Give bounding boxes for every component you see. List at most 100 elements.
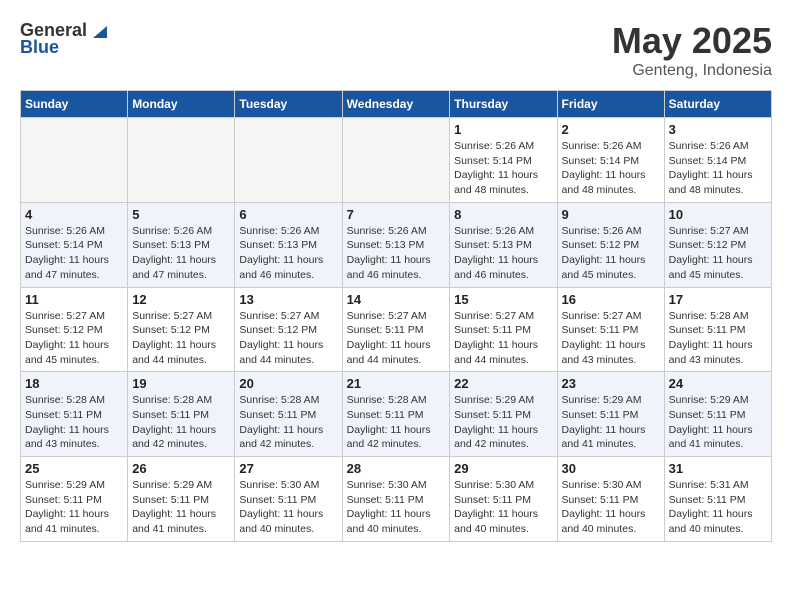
calendar-week-row: 11 Sunrise: 5:27 AM Sunset: 5:12 PM Dayli… xyxy=(21,287,772,372)
logo-blue-text: Blue xyxy=(20,37,59,58)
day-number: 22 xyxy=(454,376,552,391)
day-detail: Sunrise: 5:26 AM Sunset: 5:14 PM Dayligh… xyxy=(25,224,123,283)
day-number: 18 xyxy=(25,376,123,391)
table-row xyxy=(128,118,235,203)
header-monday: Monday xyxy=(128,91,235,118)
day-detail: Sunrise: 5:27 AM Sunset: 5:12 PM Dayligh… xyxy=(132,309,230,368)
day-detail: Sunrise: 5:27 AM Sunset: 5:12 PM Dayligh… xyxy=(669,224,767,283)
calendar-title: May 2025 xyxy=(612,20,772,62)
page-header: General Blue May 2025 Genteng, Indonesia xyxy=(20,20,772,80)
table-row: 29 Sunrise: 5:30 AM Sunset: 5:11 PM Dayli… xyxy=(450,457,557,542)
day-number: 29 xyxy=(454,461,552,476)
table-row: 13Sunrise: 5:27 AM Sunset: 5:12 PM Dayli… xyxy=(235,287,342,372)
day-number: 27 xyxy=(239,461,337,476)
calendar-header-row: Sunday Monday Tuesday Wednesday Thursday… xyxy=(21,91,772,118)
table-row: 27 Sunrise: 5:30 AM Sunset: 5:11 PM Dayli… xyxy=(235,457,342,542)
table-row: 14 Sunrise: 5:27 AM Sunset: 5:11 PM Dayli… xyxy=(342,287,450,372)
logo: General Blue xyxy=(20,20,107,58)
table-row: 11 Sunrise: 5:27 AM Sunset: 5:12 PM Dayli… xyxy=(21,287,128,372)
day-number: 26 xyxy=(132,461,230,476)
day-number: 23 xyxy=(562,376,660,391)
table-row: 2Sunrise: 5:26 AM Sunset: 5:14 PM Daylig… xyxy=(557,118,664,203)
day-number: 14 xyxy=(347,292,446,307)
table-row: 10 Sunrise: 5:27 AM Sunset: 5:12 PM Dayli… xyxy=(664,202,771,287)
day-number: 12 xyxy=(132,292,230,307)
table-row xyxy=(21,118,128,203)
day-detail: Sunrise: 5:26 AM Sunset: 5:14 PM Dayligh… xyxy=(454,139,552,198)
day-detail: Sunrise: 5:26 AM Sunset: 5:13 PM Dayligh… xyxy=(454,224,552,283)
day-number: 28 xyxy=(347,461,446,476)
day-number: 10 xyxy=(669,207,767,222)
day-detail: Sunrise: 5:28 AM Sunset: 5:11 PM Dayligh… xyxy=(132,393,230,452)
table-row xyxy=(342,118,450,203)
table-row: 25 Sunrise: 5:29 AM Sunset: 5:11 PM Dayli… xyxy=(21,457,128,542)
table-row: 3Sunrise: 5:26 AM Sunset: 5:14 PM Daylig… xyxy=(664,118,771,203)
day-detail: Sunrise: 5:27 AM Sunset: 5:11 PM Dayligh… xyxy=(347,309,446,368)
calendar-week-row: 1 Sunrise: 5:26 AM Sunset: 5:14 PM Daylig… xyxy=(21,118,772,203)
table-row: 19Sunrise: 5:28 AM Sunset: 5:11 PM Dayli… xyxy=(128,372,235,457)
day-detail: Sunrise: 5:26 AM Sunset: 5:12 PM Dayligh… xyxy=(562,224,660,283)
day-number: 11 xyxy=(25,292,123,307)
day-detail: Sunrise: 5:26 AM Sunset: 5:14 PM Dayligh… xyxy=(669,139,767,198)
table-row: 26 Sunrise: 5:29 AM Sunset: 5:11 PM Dayli… xyxy=(128,457,235,542)
calendar-week-row: 4Sunrise: 5:26 AM Sunset: 5:14 PM Daylig… xyxy=(21,202,772,287)
day-detail: Sunrise: 5:30 AM Sunset: 5:11 PM Dayligh… xyxy=(454,478,552,537)
table-row: 12 Sunrise: 5:27 AM Sunset: 5:12 PM Dayli… xyxy=(128,287,235,372)
table-row: 5Sunrise: 5:26 AM Sunset: 5:13 PM Daylig… xyxy=(128,202,235,287)
day-number: 1 xyxy=(454,122,552,137)
table-row: 24 Sunrise: 5:29 AM Sunset: 5:11 PM Dayli… xyxy=(664,372,771,457)
day-number: 20 xyxy=(239,376,337,391)
day-detail: Sunrise: 5:28 AM Sunset: 5:11 PM Dayligh… xyxy=(25,393,123,452)
day-detail: Sunrise: 5:29 AM Sunset: 5:11 PM Dayligh… xyxy=(132,478,230,537)
day-number: 30 xyxy=(562,461,660,476)
day-number: 31 xyxy=(669,461,767,476)
header-tuesday: Tuesday xyxy=(235,91,342,118)
day-detail: Sunrise: 5:31 AM Sunset: 5:11 PM Dayligh… xyxy=(669,478,767,537)
table-row: 23 Sunrise: 5:29 AM Sunset: 5:11 PM Dayli… xyxy=(557,372,664,457)
title-block: May 2025 Genteng, Indonesia xyxy=(612,20,772,80)
calendar-week-row: 18 Sunrise: 5:28 AM Sunset: 5:11 PM Dayli… xyxy=(21,372,772,457)
table-row: 15Sunrise: 5:27 AM Sunset: 5:11 PM Dayli… xyxy=(450,287,557,372)
header-wednesday: Wednesday xyxy=(342,91,450,118)
calendar-week-row: 25 Sunrise: 5:29 AM Sunset: 5:11 PM Dayli… xyxy=(21,457,772,542)
header-saturday: Saturday xyxy=(664,91,771,118)
table-row: 22 Sunrise: 5:29 AM Sunset: 5:11 PM Dayli… xyxy=(450,372,557,457)
table-row: 17Sunrise: 5:28 AM Sunset: 5:11 PM Dayli… xyxy=(664,287,771,372)
day-detail: Sunrise: 5:30 AM Sunset: 5:11 PM Dayligh… xyxy=(347,478,446,537)
day-number: 16 xyxy=(562,292,660,307)
table-row: 4Sunrise: 5:26 AM Sunset: 5:14 PM Daylig… xyxy=(21,202,128,287)
day-number: 6 xyxy=(239,207,337,222)
table-row: 1 Sunrise: 5:26 AM Sunset: 5:14 PM Daylig… xyxy=(450,118,557,203)
day-number: 5 xyxy=(132,207,230,222)
day-number: 7 xyxy=(347,207,446,222)
table-row: 20 Sunrise: 5:28 AM Sunset: 5:11 PM Dayli… xyxy=(235,372,342,457)
day-number: 8 xyxy=(454,207,552,222)
table-row: 30 Sunrise: 5:30 AM Sunset: 5:11 PM Dayli… xyxy=(557,457,664,542)
day-number: 13 xyxy=(239,292,337,307)
table-row xyxy=(235,118,342,203)
day-detail: Sunrise: 5:27 AM Sunset: 5:11 PM Dayligh… xyxy=(454,309,552,368)
day-detail: Sunrise: 5:27 AM Sunset: 5:12 PM Dayligh… xyxy=(25,309,123,368)
table-row: 7 Sunrise: 5:26 AM Sunset: 5:13 PM Daylig… xyxy=(342,202,450,287)
day-detail: Sunrise: 5:28 AM Sunset: 5:11 PM Dayligh… xyxy=(347,393,446,452)
table-row: 18 Sunrise: 5:28 AM Sunset: 5:11 PM Dayli… xyxy=(21,372,128,457)
logo-triangle-icon xyxy=(89,22,107,40)
day-number: 25 xyxy=(25,461,123,476)
day-detail: Sunrise: 5:30 AM Sunset: 5:11 PM Dayligh… xyxy=(562,478,660,537)
day-detail: Sunrise: 5:29 AM Sunset: 5:11 PM Dayligh… xyxy=(454,393,552,452)
day-number: 24 xyxy=(669,376,767,391)
calendar-location: Genteng, Indonesia xyxy=(612,62,772,80)
day-detail: Sunrise: 5:29 AM Sunset: 5:11 PM Dayligh… xyxy=(669,393,767,452)
table-row: 6 Sunrise: 5:26 AM Sunset: 5:13 PM Daylig… xyxy=(235,202,342,287)
table-row: 31 Sunrise: 5:31 AM Sunset: 5:11 PM Dayli… xyxy=(664,457,771,542)
day-detail: Sunrise: 5:26 AM Sunset: 5:13 PM Dayligh… xyxy=(347,224,446,283)
day-detail: Sunrise: 5:28 AM Sunset: 5:11 PM Dayligh… xyxy=(239,393,337,452)
day-detail: Sunrise: 5:29 AM Sunset: 5:11 PM Dayligh… xyxy=(562,393,660,452)
day-detail: Sunrise: 5:27 AM Sunset: 5:11 PM Dayligh… xyxy=(562,309,660,368)
table-row: 28 Sunrise: 5:30 AM Sunset: 5:11 PM Dayli… xyxy=(342,457,450,542)
day-detail: Sunrise: 5:26 AM Sunset: 5:13 PM Dayligh… xyxy=(239,224,337,283)
table-row: 16 Sunrise: 5:27 AM Sunset: 5:11 PM Dayli… xyxy=(557,287,664,372)
day-detail: Sunrise: 5:29 AM Sunset: 5:11 PM Dayligh… xyxy=(25,478,123,537)
day-detail: Sunrise: 5:30 AM Sunset: 5:11 PM Dayligh… xyxy=(239,478,337,537)
header-friday: Friday xyxy=(557,91,664,118)
